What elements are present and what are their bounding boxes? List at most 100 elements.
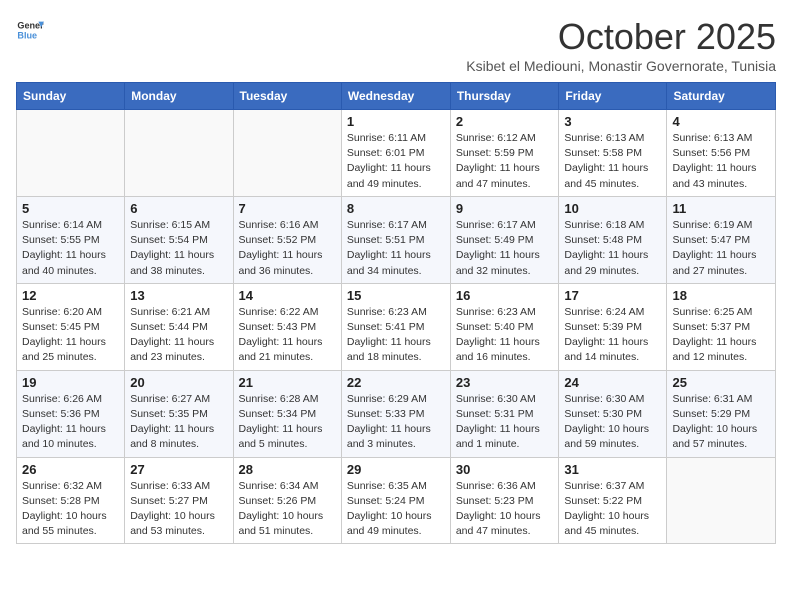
week-row-5: 26 Sunrise: 6:32 AMSunset: 5:28 PMDayligh… bbox=[17, 457, 776, 544]
day-info: Sunrise: 6:20 AMSunset: 5:45 PMDaylight:… bbox=[22, 305, 119, 366]
day-info: Sunrise: 6:13 AMSunset: 5:56 PMDaylight:… bbox=[672, 131, 770, 192]
day-number: 18 bbox=[672, 288, 770, 303]
day-info: Sunrise: 6:23 AMSunset: 5:40 PMDaylight:… bbox=[456, 305, 554, 366]
day-number: 27 bbox=[130, 462, 227, 477]
day-info: Sunrise: 6:28 AMSunset: 5:34 PMDaylight:… bbox=[239, 392, 336, 453]
day-number: 9 bbox=[456, 201, 554, 216]
calendar-cell: 1 Sunrise: 6:11 AMSunset: 6:01 PMDaylight… bbox=[341, 110, 450, 197]
day-info: Sunrise: 6:23 AMSunset: 5:41 PMDaylight:… bbox=[347, 305, 445, 366]
day-number: 17 bbox=[564, 288, 661, 303]
day-info: Sunrise: 6:22 AMSunset: 5:43 PMDaylight:… bbox=[239, 305, 336, 366]
weekday-saturday: Saturday bbox=[667, 83, 776, 110]
day-info: Sunrise: 6:36 AMSunset: 5:23 PMDaylight:… bbox=[456, 479, 554, 540]
calendar-cell: 24Sunrise: 6:30 AMSunset: 5:30 PMDayligh… bbox=[559, 370, 667, 457]
calendar-cell: 3 Sunrise: 6:13 AMSunset: 5:58 PMDaylight… bbox=[559, 110, 667, 197]
day-number: 13 bbox=[130, 288, 227, 303]
day-number: 6 bbox=[130, 201, 227, 216]
calendar-cell: 13 Sunrise: 6:21 AMSunset: 5:44 PMDayligh… bbox=[125, 283, 233, 370]
day-info: Sunrise: 6:19 AMSunset: 5:47 PMDaylight:… bbox=[672, 218, 770, 279]
day-number: 25 bbox=[672, 375, 770, 390]
calendar-cell: 9 Sunrise: 6:17 AMSunset: 5:49 PMDaylight… bbox=[450, 196, 559, 283]
weekday-wednesday: Wednesday bbox=[341, 83, 450, 110]
svg-text:Blue: Blue bbox=[17, 30, 37, 40]
day-info: Sunrise: 6:37 AMSunset: 5:22 PMDaylight:… bbox=[564, 479, 661, 540]
day-info: Sunrise: 6:32 AMSunset: 5:28 PMDaylight:… bbox=[22, 479, 119, 540]
day-info: Sunrise: 6:11 AMSunset: 6:01 PMDaylight:… bbox=[347, 131, 445, 192]
calendar-cell: 27 Sunrise: 6:33 AMSunset: 5:27 PMDayligh… bbox=[125, 457, 233, 544]
day-number: 16 bbox=[456, 288, 554, 303]
day-number: 8 bbox=[347, 201, 445, 216]
calendar-cell: 5 Sunrise: 6:14 AMSunset: 5:55 PMDaylight… bbox=[17, 196, 125, 283]
day-info: Sunrise: 6:18 AMSunset: 5:48 PMDaylight:… bbox=[564, 218, 661, 279]
day-info: Sunrise: 6:13 AMSunset: 5:58 PMDaylight:… bbox=[564, 131, 661, 192]
day-number: 21 bbox=[239, 375, 336, 390]
day-number: 3 bbox=[564, 114, 661, 129]
day-number: 1 bbox=[347, 114, 445, 129]
page-header: General Blue October 2025 Ksibet el Medi… bbox=[16, 16, 776, 74]
day-info: Sunrise: 6:30 AMSunset: 5:31 PMDaylight:… bbox=[456, 392, 554, 453]
weekday-friday: Friday bbox=[559, 83, 667, 110]
day-number: 15 bbox=[347, 288, 445, 303]
day-number: 20 bbox=[130, 375, 227, 390]
calendar-cell: 7 Sunrise: 6:16 AMSunset: 5:52 PMDaylight… bbox=[233, 196, 341, 283]
day-info: Sunrise: 6:16 AMSunset: 5:52 PMDaylight:… bbox=[239, 218, 336, 279]
calendar-cell: 15 Sunrise: 6:23 AMSunset: 5:41 PMDayligh… bbox=[341, 283, 450, 370]
calendar-cell: 10 Sunrise: 6:18 AMSunset: 5:48 PMDayligh… bbox=[559, 196, 667, 283]
calendar-cell bbox=[667, 457, 776, 544]
day-info: Sunrise: 6:25 AMSunset: 5:37 PMDaylight:… bbox=[672, 305, 770, 366]
calendar-cell: 14Sunrise: 6:22 AMSunset: 5:43 PMDayligh… bbox=[233, 283, 341, 370]
day-number: 2 bbox=[456, 114, 554, 129]
day-info: Sunrise: 6:33 AMSunset: 5:27 PMDaylight:… bbox=[130, 479, 227, 540]
week-row-2: 5 Sunrise: 6:14 AMSunset: 5:55 PMDaylight… bbox=[17, 196, 776, 283]
week-row-4: 19Sunrise: 6:26 AMSunset: 5:36 PMDayligh… bbox=[17, 370, 776, 457]
calendar-cell: 11 Sunrise: 6:19 AMSunset: 5:47 PMDayligh… bbox=[667, 196, 776, 283]
day-number: 23 bbox=[456, 375, 554, 390]
calendar-cell: 6 Sunrise: 6:15 AMSunset: 5:54 PMDaylight… bbox=[125, 196, 233, 283]
week-row-1: 1 Sunrise: 6:11 AMSunset: 6:01 PMDaylight… bbox=[17, 110, 776, 197]
day-number: 5 bbox=[22, 201, 119, 216]
weekday-sunday: Sunday bbox=[17, 83, 125, 110]
calendar-body: 1 Sunrise: 6:11 AMSunset: 6:01 PMDaylight… bbox=[17, 110, 776, 544]
day-number: 26 bbox=[22, 462, 119, 477]
calendar-cell: 20 Sunrise: 6:27 AMSunset: 5:35 PMDayligh… bbox=[125, 370, 233, 457]
day-info: Sunrise: 6:14 AMSunset: 5:55 PMDaylight:… bbox=[22, 218, 119, 279]
day-number: 4 bbox=[672, 114, 770, 129]
weekday-header-row: SundayMondayTuesdayWednesdayThursdayFrid… bbox=[17, 83, 776, 110]
logo: General Blue bbox=[16, 16, 44, 44]
week-row-3: 12 Sunrise: 6:20 AMSunset: 5:45 PMDayligh… bbox=[17, 283, 776, 370]
calendar-cell: 29Sunrise: 6:35 AMSunset: 5:24 PMDayligh… bbox=[341, 457, 450, 544]
weekday-tuesday: Tuesday bbox=[233, 83, 341, 110]
day-number: 12 bbox=[22, 288, 119, 303]
day-info: Sunrise: 6:24 AMSunset: 5:39 PMDaylight:… bbox=[564, 305, 661, 366]
calendar-cell: 2 Sunrise: 6:12 AMSunset: 5:59 PMDaylight… bbox=[450, 110, 559, 197]
calendar-cell bbox=[17, 110, 125, 197]
calendar-cell: 18 Sunrise: 6:25 AMSunset: 5:37 PMDayligh… bbox=[667, 283, 776, 370]
calendar-cell: 30Sunrise: 6:36 AMSunset: 5:23 PMDayligh… bbox=[450, 457, 559, 544]
calendar-cell bbox=[125, 110, 233, 197]
calendar: SundayMondayTuesdayWednesdayThursdayFrid… bbox=[16, 82, 776, 544]
day-info: Sunrise: 6:12 AMSunset: 5:59 PMDaylight:… bbox=[456, 131, 554, 192]
calendar-cell: 25 Sunrise: 6:31 AMSunset: 5:29 PMDayligh… bbox=[667, 370, 776, 457]
calendar-cell: 16 Sunrise: 6:23 AMSunset: 5:40 PMDayligh… bbox=[450, 283, 559, 370]
day-number: 11 bbox=[672, 201, 770, 216]
day-number: 7 bbox=[239, 201, 336, 216]
calendar-cell: 28Sunrise: 6:34 AMSunset: 5:26 PMDayligh… bbox=[233, 457, 341, 544]
day-number: 10 bbox=[564, 201, 661, 216]
day-number: 22 bbox=[347, 375, 445, 390]
day-info: Sunrise: 6:15 AMSunset: 5:54 PMDaylight:… bbox=[130, 218, 227, 279]
title-block: October 2025 Ksibet el Mediouni, Monasti… bbox=[466, 16, 776, 74]
day-info: Sunrise: 6:17 AMSunset: 5:49 PMDaylight:… bbox=[456, 218, 554, 279]
day-number: 19 bbox=[22, 375, 119, 390]
calendar-cell: 23 Sunrise: 6:30 AMSunset: 5:31 PMDayligh… bbox=[450, 370, 559, 457]
day-info: Sunrise: 6:27 AMSunset: 5:35 PMDaylight:… bbox=[130, 392, 227, 453]
day-info: Sunrise: 6:35 AMSunset: 5:24 PMDaylight:… bbox=[347, 479, 445, 540]
calendar-cell: 22Sunrise: 6:29 AMSunset: 5:33 PMDayligh… bbox=[341, 370, 450, 457]
calendar-cell: 12 Sunrise: 6:20 AMSunset: 5:45 PMDayligh… bbox=[17, 283, 125, 370]
calendar-cell bbox=[233, 110, 341, 197]
calendar-cell: 8Sunrise: 6:17 AMSunset: 5:51 PMDaylight… bbox=[341, 196, 450, 283]
logo-icon: General Blue bbox=[16, 16, 44, 44]
day-info: Sunrise: 6:31 AMSunset: 5:29 PMDaylight:… bbox=[672, 392, 770, 453]
day-info: Sunrise: 6:34 AMSunset: 5:26 PMDaylight:… bbox=[239, 479, 336, 540]
calendar-cell: 21 Sunrise: 6:28 AMSunset: 5:34 PMDayligh… bbox=[233, 370, 341, 457]
day-info: Sunrise: 6:21 AMSunset: 5:44 PMDaylight:… bbox=[130, 305, 227, 366]
